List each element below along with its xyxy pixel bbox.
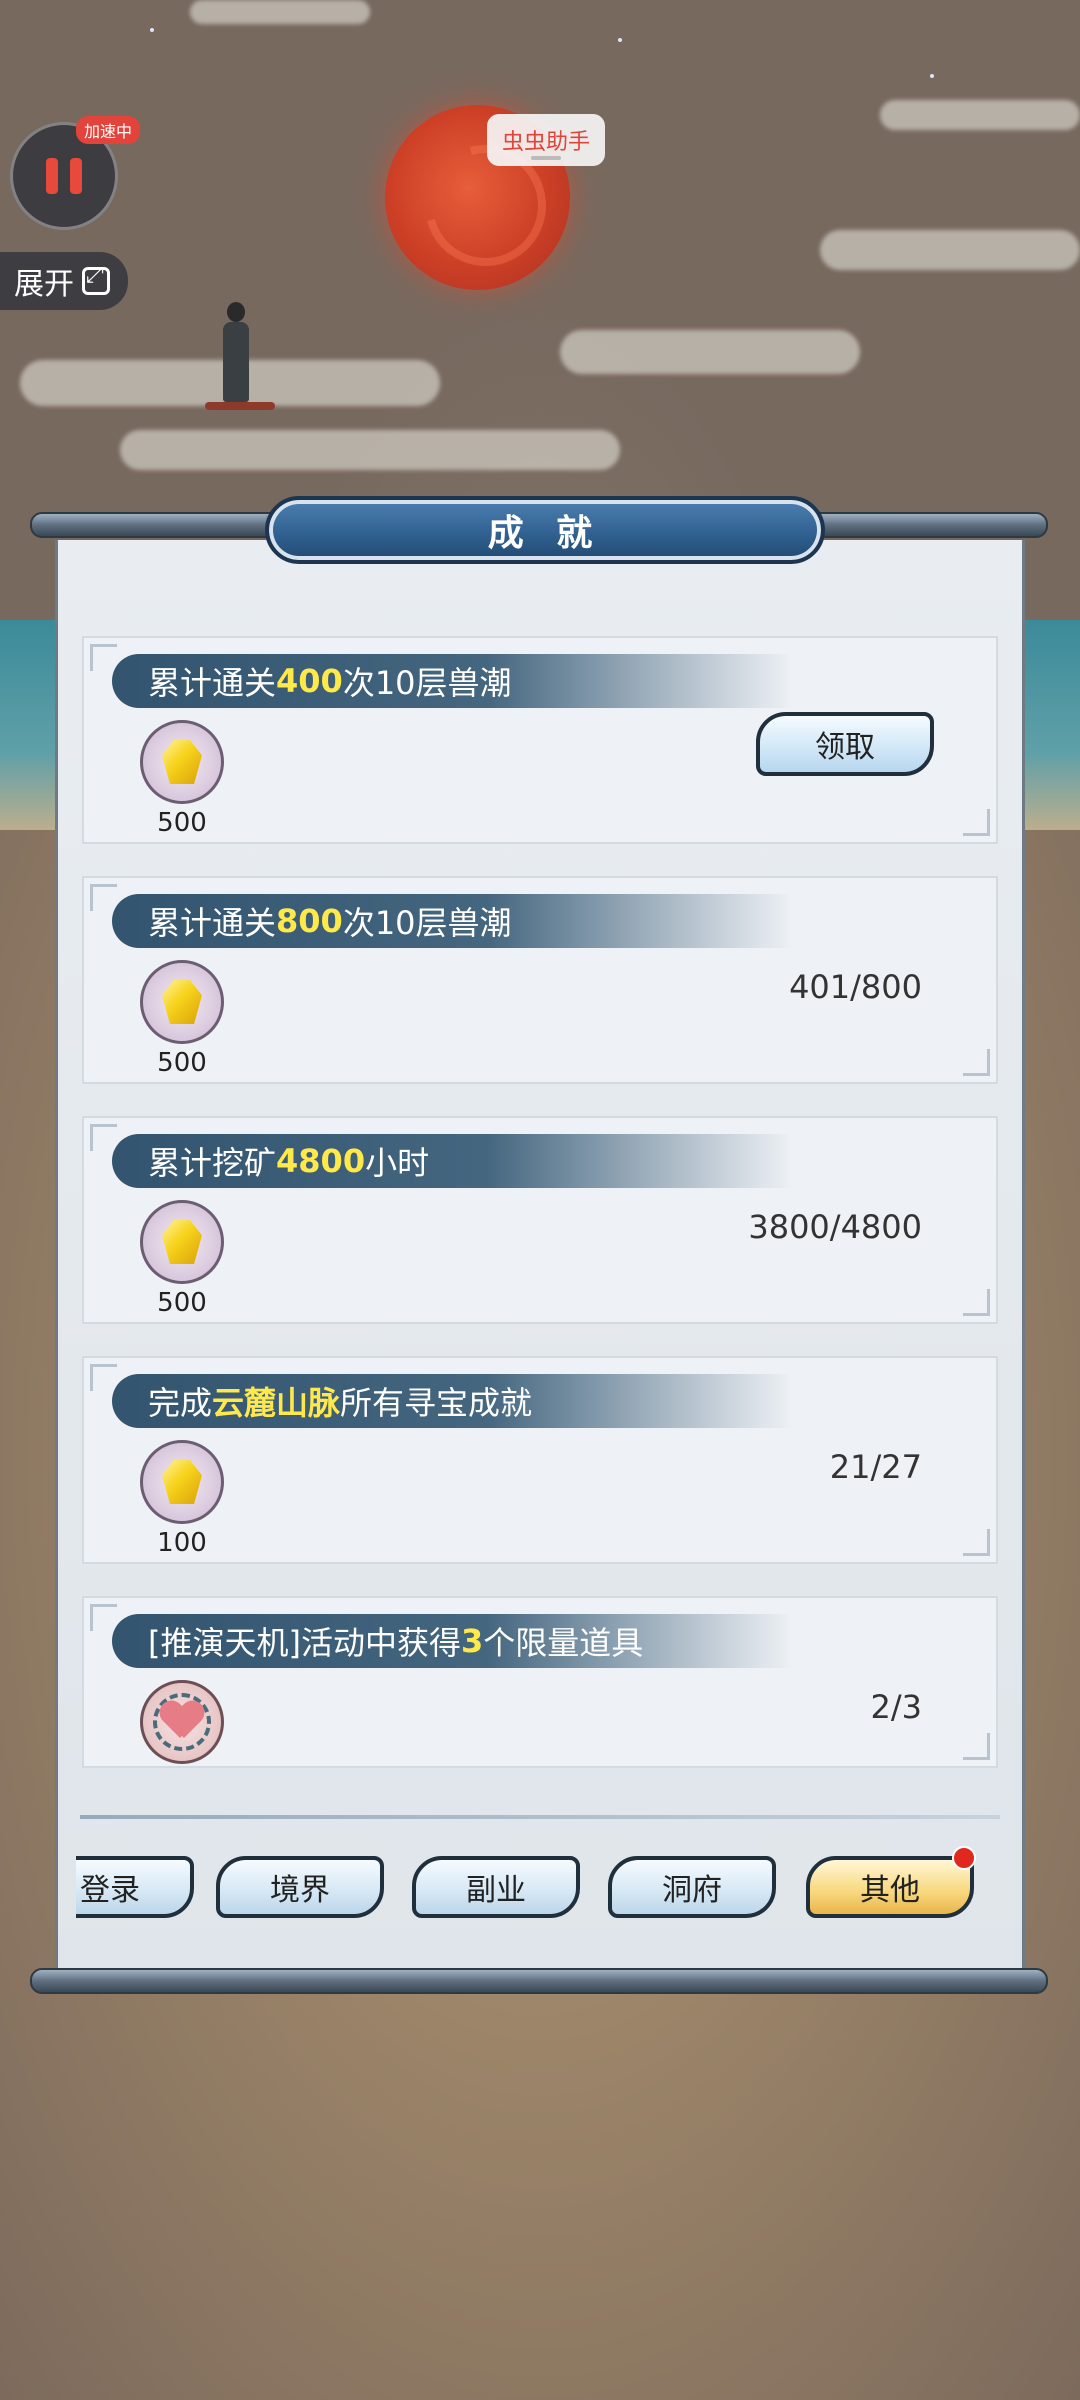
achievement-title: 累计通关 400 次10层兽潮 xyxy=(112,654,792,708)
tab-login[interactable]: 登录 xyxy=(76,1856,194,1918)
panel-divider xyxy=(80,1815,1000,1819)
expand-label: 展开 xyxy=(14,267,74,302)
achievement-card: 完成 云麓山脉 所有寻宝成就 100 21/27 xyxy=(82,1356,998,1564)
reward-item[interactable] xyxy=(140,720,224,804)
cloud xyxy=(560,330,860,374)
speed-badge: 加速中 xyxy=(76,116,141,144)
title-text: 累计通关 xyxy=(148,664,277,702)
title-highlight: 3 xyxy=(460,1622,484,1660)
panel-title-plate: 成 就 xyxy=(265,496,825,564)
title-highlight: 400 xyxy=(276,662,343,700)
tab-cave[interactable]: 洞府 xyxy=(608,1856,776,1918)
title-highlight: 云麓山脉 xyxy=(212,1384,341,1422)
title-text: [推演天机]活动中获得 xyxy=(148,1624,461,1662)
claim-button[interactable]: 领取 xyxy=(756,712,934,776)
achievement-title: [推演天机]活动中获得 3 个限量道具 xyxy=(112,1614,792,1668)
title-text: 次10层兽潮 xyxy=(342,904,512,942)
title-text: 个限量道具 xyxy=(483,1624,644,1662)
progress-text: 2/3 xyxy=(870,1688,923,1726)
achievement-card: 累计通关 400 次10层兽潮 500 领取 xyxy=(82,636,998,844)
title-text: 所有寻宝成就 xyxy=(340,1384,533,1422)
gold-gem-icon xyxy=(162,1460,202,1504)
cloud xyxy=(880,100,1080,130)
reward-amount: 100 xyxy=(157,1528,207,1558)
title-text: 小时 xyxy=(365,1144,430,1182)
assistant-pill[interactable]: 虫虫助手 xyxy=(487,114,605,166)
achievement-card: 累计挖矿 4800 小时 500 3800/4800 xyxy=(82,1116,998,1324)
title-text: 累计挖矿 xyxy=(148,1144,277,1182)
title-text: 累计通关 xyxy=(148,904,277,942)
cloud xyxy=(120,430,620,470)
title-highlight: 4800 xyxy=(276,1142,366,1180)
reward-item[interactable] xyxy=(140,1680,224,1764)
scroll-rod-bottom xyxy=(30,1968,1048,1994)
pause-icon xyxy=(46,158,58,194)
achievement-card: 累计通关 800 次10层兽潮 500 401/800 xyxy=(82,876,998,1084)
reward-amount: 500 xyxy=(157,808,207,838)
heart-charm-icon xyxy=(160,1702,204,1742)
notification-dot xyxy=(952,1846,976,1870)
expand-icon xyxy=(82,263,110,295)
star xyxy=(618,38,622,42)
star xyxy=(150,28,154,32)
title-text: 次10层兽潮 xyxy=(342,664,512,702)
tab-side-job[interactable]: 副业 xyxy=(412,1856,580,1918)
reward-item[interactable] xyxy=(140,1440,224,1524)
reward-item[interactable] xyxy=(140,960,224,1044)
title-text: 完成 xyxy=(148,1384,213,1422)
progress-text: 3800/4800 xyxy=(748,1208,922,1246)
reward-amount: 500 xyxy=(157,1048,207,1078)
reward-item[interactable] xyxy=(140,1200,224,1284)
gold-gem-icon xyxy=(162,1220,202,1264)
achievement-title: 累计通关 800 次10层兽潮 xyxy=(112,894,792,948)
star xyxy=(930,74,934,78)
panel-title: 成 就 xyxy=(487,513,603,554)
gold-gem-icon xyxy=(162,980,202,1024)
progress-text: 21/27 xyxy=(829,1448,922,1486)
achievement-title: 完成 云麓山脉 所有寻宝成就 xyxy=(112,1374,792,1428)
cloud xyxy=(190,0,370,24)
gold-gem-icon xyxy=(162,740,202,784)
achievement-title: 累计挖矿 4800 小时 xyxy=(112,1134,792,1188)
cloud xyxy=(820,230,1080,270)
tab-other[interactable]: 其他 xyxy=(806,1856,974,1918)
reward-amount: 500 xyxy=(157,1288,207,1318)
expand-button[interactable]: 展开 xyxy=(0,252,128,310)
progress-text: 401/800 xyxy=(789,968,922,1006)
title-highlight: 800 xyxy=(276,902,343,940)
cultivator-character xyxy=(205,300,275,430)
achievement-card: [推演天机]活动中获得 3 个限量道具 2/3 xyxy=(82,1596,998,1768)
tab-realm[interactable]: 境界 xyxy=(216,1856,384,1918)
category-tabs: 登录 境界 副业 洞府 其他 xyxy=(76,1856,986,1922)
